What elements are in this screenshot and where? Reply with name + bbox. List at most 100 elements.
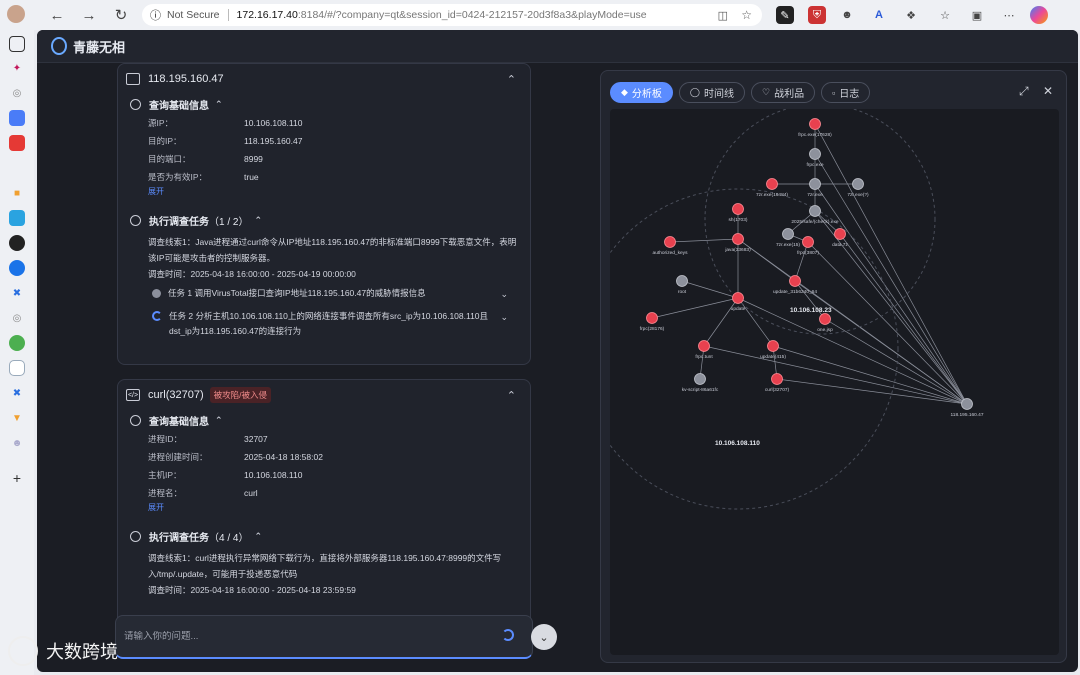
graph-node [809, 148, 821, 160]
menu-dots-icon[interactable]: ⋯ [1000, 6, 1018, 24]
query-section-header[interactable]: 查询基础信息 ⌃ [118, 410, 530, 430]
chevron-up-icon[interactable]: ⌃ [215, 415, 223, 426]
field-row: 进程名： curl [118, 484, 530, 502]
tab-loot[interactable]: ♡ 战利品 [751, 82, 816, 103]
slack-icon[interactable]: ✦ [9, 60, 25, 76]
field-key: 进程ID： [148, 434, 183, 444]
chevron-down-icon[interactable]: ⌄ [500, 287, 508, 302]
ip-card-title: 118.195.160.47 [148, 73, 224, 85]
tab-analysis[interactable]: ◆ 分析板 [610, 82, 673, 103]
scroll-down-button[interactable]: ⌄ [531, 624, 557, 650]
field-value: true [244, 172, 259, 182]
process-card-header[interactable]: </> curl(32707) 被攻陷/被入侵 ⌃ [118, 380, 530, 410]
extensions-puzzle-icon[interactable]: ❖ [902, 6, 920, 24]
question-input-box[interactable] [115, 615, 533, 659]
tabs-icon[interactable] [9, 36, 25, 52]
graph-node-label: frpc.exe [806, 162, 823, 168]
graph-node-label: 7zr.exe(15) [776, 242, 800, 248]
cluster-circle-110 [610, 188, 899, 510]
tab-timeline[interactable]: ◯ 时间线 [678, 82, 745, 103]
address-bar[interactable]: ⓘ Not Secure 172.16.17.40 :8184/#/?compa… [142, 4, 762, 26]
field-row: 是否为有效IP： true [118, 168, 530, 186]
graph-edge [669, 238, 739, 243]
github-icon[interactable] [9, 235, 25, 251]
play-icon [130, 530, 141, 542]
attack-graph-canvas[interactable]: frpc.exe(17628) frpc.exe 7zr.exe(16484) 7zr… [610, 109, 1059, 655]
field-value: curl [244, 488, 258, 498]
youtube-icon[interactable] [9, 135, 25, 151]
task-label: 任务 1 调用VirusTotal接口查询IP地址118.195.160.47的… [168, 288, 426, 298]
graph-node [819, 313, 831, 325]
edge-icon[interactable] [9, 260, 25, 276]
copilot-icon[interactable] [1030, 6, 1048, 24]
investigation-column: 118.195.160.47 ⌃ 查询基础信息 ⌃ 源IP： 10.106.108… [115, 63, 533, 633]
docs-icon[interactable] [9, 110, 25, 126]
forward-icon[interactable]: → [78, 4, 100, 26]
graph-node [771, 373, 783, 385]
tab-logs[interactable]: ▫ 日志 [821, 82, 871, 103]
active-app-icon[interactable] [9, 360, 25, 376]
extension-a-icon[interactable]: A [870, 6, 888, 24]
field-value: 2025-04-18 18:58:02 [244, 452, 323, 462]
extension-person-icon[interactable]: ☻ [838, 6, 856, 24]
extension-shield-icon[interactable]: ⛨ [808, 6, 826, 24]
chevron-up-icon[interactable]: ⌃ [254, 531, 262, 542]
bookmark-star-icon[interactable]: ☆ [741, 8, 752, 22]
graph-edge [794, 280, 968, 405]
expand-icon[interactable]: ⤢ [1019, 84, 1029, 99]
graph-edge [839, 233, 968, 405]
add-icon[interactable]: + [9, 470, 25, 486]
install-icon[interactable]: ◫ [718, 9, 728, 22]
chevron-down-icon[interactable]: ⌄ [500, 310, 508, 325]
field-key: 目的端口： [148, 154, 191, 164]
collapse-chevron-icon[interactable]: ⌃ [507, 389, 516, 402]
send-spinner-icon[interactable] [502, 629, 514, 641]
profile-avatar[interactable] [7, 5, 25, 23]
favorites-icon[interactable]: ☆ [936, 6, 954, 24]
task-section-header[interactable]: 执行调查任务 （4 / 4） ⌃ [118, 526, 530, 546]
extension-edit-icon[interactable]: ✎ [776, 6, 794, 24]
attack-graph[interactable]: frpc.exe(17628) frpc.exe 7zr.exe(16484) 7zr… [610, 109, 1059, 655]
graph-node-label: curl(32707) [765, 387, 790, 393]
task-item-running[interactable]: 任务 2 分析主机10.106.108.110上的网络连接事件调查所有src_i… [118, 309, 530, 339]
close-icon[interactable]: ✕ [1043, 84, 1053, 98]
x-tool2-icon[interactable]: ✖ [9, 385, 25, 401]
app-faded-icon[interactable]: ☻ [9, 435, 25, 451]
graph-node [767, 340, 779, 352]
cluster-label: 10.106.108.23 [790, 307, 832, 314]
question-input[interactable] [124, 631, 484, 642]
graph-node [646, 312, 658, 324]
expand-link[interactable]: 展开 [118, 186, 530, 198]
task-item-done[interactable]: 任务 1 调用VirusTotal接口查询IP地址118.195.160.47的… [118, 286, 530, 301]
world-icon[interactable]: ◎ [9, 310, 25, 326]
field-row: 目的IP： 118.195.160.47 [118, 132, 530, 150]
back-icon[interactable]: ← [46, 4, 68, 26]
ip-card-header[interactable]: 118.195.160.47 ⌃ [118, 64, 530, 94]
analysis-panel: ◆ 分析板 ◯ 时间线 ♡ 战利品 ▫ 日志 ⤢ ✕ frpc.exe(17628) fr… [600, 70, 1067, 663]
graph-edge [703, 345, 968, 405]
graph-node [809, 205, 821, 217]
clue-text: 调查线索1：curl进程执行异常网络下载行为，直接将外部服务器118.195.1… [148, 553, 502, 579]
chat-icon[interactable] [9, 335, 25, 351]
expand-link[interactable]: 展开 [118, 502, 530, 514]
query-section-header[interactable]: 查询基础信息 ⌃ [118, 94, 530, 114]
globe-icon[interactable]: ◎ [9, 85, 25, 101]
chevron-up-icon[interactable]: ⌃ [254, 215, 262, 226]
field-key: 进程创建时间： [148, 452, 208, 462]
folder-icon[interactable]: ■ [9, 185, 25, 201]
graph-edge [814, 123, 968, 405]
field-row: 源IP： 10.106.108.110 [118, 114, 530, 132]
chevron-up-icon[interactable]: ⌃ [215, 99, 223, 110]
task-section-header[interactable]: 执行调查任务 （1 / 2） ⌃ [118, 210, 530, 230]
x-tool-icon[interactable]: ✖ [9, 285, 25, 301]
reload-icon[interactable]: ↻ [110, 4, 132, 26]
collapse-chevron-icon[interactable]: ⌃ [507, 73, 516, 86]
tab-label: 时间线 [704, 89, 734, 100]
trophy-icon: ♡ [762, 87, 771, 97]
vue-icon[interactable]: ▼ [9, 410, 25, 426]
info-icon[interactable]: ⓘ [150, 7, 161, 23]
graph-node [802, 236, 814, 248]
collections-icon[interactable]: ▣ [968, 6, 986, 24]
graph-node-label: kv-script-86a61fc [682, 387, 719, 393]
bilibili-icon[interactable] [9, 210, 25, 226]
